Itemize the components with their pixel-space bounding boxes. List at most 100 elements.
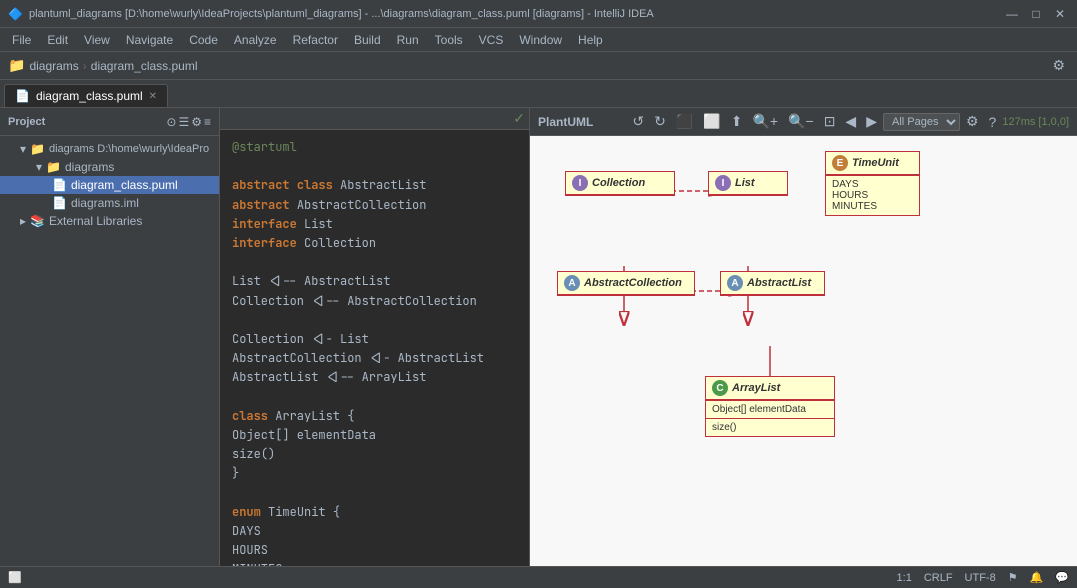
maximize-button[interactable]: □ <box>1027 5 1045 23</box>
zoom-back-button[interactable]: ◀ <box>841 111 860 132</box>
export-button[interactable]: ⬆ <box>727 111 747 132</box>
help-button[interactable]: ? <box>985 112 1001 132</box>
code-line: Collection <|-- AbstractCollection <box>232 292 477 311</box>
menu-item-refactor[interactable]: Refactor <box>285 31 346 49</box>
tree-folder-icon: 📁 <box>30 142 45 156</box>
reload-button[interactable]: ↻ <box>650 111 670 132</box>
line-separator[interactable]: CRLF <box>924 572 953 584</box>
sidebar-header: Project ⊙ ☰ ⚙ ≡ <box>0 108 219 136</box>
encoding[interactable]: UTF-8 <box>965 572 996 584</box>
zoom-fit-button[interactable]: ⊡ <box>820 111 840 132</box>
zoom-in-button[interactable]: 🔍+ <box>748 111 782 132</box>
sidebar-sync-button[interactable]: ⊙ <box>166 115 176 129</box>
tree-lib-icon: 📚 <box>30 214 45 228</box>
diagram-toolbar: ↺ ↻ ⬛ ⬜ ⬆ 🔍+ 🔍− ⊡ ◀ ▶ All Pages ⚙ <box>628 111 1069 132</box>
tree-item-diagrams-iml[interactable]: 📄 diagrams.iml <box>0 194 219 212</box>
diagram-header: PlantUML ↺ ↻ ⬛ ⬜ ⬆ 🔍+ 🔍− ⊡ ◀ ▶ All Pages <box>530 108 1077 136</box>
code-keyword: abstract <box>232 176 297 195</box>
close-button[interactable]: ✕ <box>1051 5 1069 23</box>
statusbar: ⬜ 1:1 CRLF UTF-8 ⚑ 🔔 💬 <box>0 566 1077 588</box>
tree-item-root[interactable]: ▾ 📁 diagrams D:\home\wurly\IdeaPro <box>0 140 219 158</box>
abstractlist-badge: A <box>727 275 743 291</box>
tab-close-button[interactable]: ✕ <box>149 91 157 102</box>
editor-toolbar: ✓ <box>220 108 529 130</box>
menu-item-view[interactable]: View <box>76 31 118 49</box>
tree-file-icon: 📄 <box>52 178 67 192</box>
notification-icon[interactable]: 🔔 <box>1030 571 1044 584</box>
code-line: TimeUnit { <box>268 503 340 522</box>
tree-expand-icon: ▾ <box>36 160 42 174</box>
sidebar-settings-button[interactable]: ⚙ <box>191 115 202 129</box>
menubar: FileEditViewNavigateCodeAnalyzeRefactorB… <box>0 28 1077 52</box>
menu-item-run[interactable]: Run <box>389 31 427 49</box>
page-selector[interactable]: All Pages <box>883 113 960 131</box>
menu-item-analyze[interactable]: Analyze <box>226 31 285 49</box>
tab-diagram-class[interactable]: 📄 diagram_class.puml ✕ <box>4 84 168 107</box>
zoom-forward-button[interactable]: ▶ <box>862 111 881 132</box>
sidebar-collapse-button[interactable]: ☰ <box>178 115 189 129</box>
code-keyword: interface <box>232 234 304 253</box>
list-name: List <box>735 177 755 189</box>
timeunit-body: DAYS HOURS MINUTES <box>826 175 919 215</box>
minimize-button[interactable]: — <box>1003 5 1021 23</box>
refresh-button[interactable]: ↺ <box>628 111 648 132</box>
menu-item-window[interactable]: Window <box>511 31 570 49</box>
menu-item-vcs[interactable]: VCS <box>471 31 512 49</box>
save-button[interactable]: ⬛ <box>672 111 697 132</box>
menu-item-tools[interactable]: Tools <box>427 31 471 49</box>
cursor-position[interactable]: 1:1 <box>897 572 912 584</box>
menu-item-edit[interactable]: Edit <box>39 31 76 49</box>
tab-icon: 📄 <box>15 89 30 103</box>
uml-box-arraylist: C ArrayList Object[] elementData size() <box>705 376 835 437</box>
menu-item-build[interactable]: Build <box>346 31 389 49</box>
tree-item-diagram-class[interactable]: 📄 diagram_class.puml <box>0 176 219 194</box>
menu-item-help[interactable]: Help <box>570 31 611 49</box>
menu-item-code[interactable]: Code <box>181 31 226 49</box>
arraylist-name: ArrayList <box>732 382 780 394</box>
editor-content[interactable]: @startuml abstract class AbstractList ab… <box>220 130 529 566</box>
code-line: List <|-- AbstractList <box>232 272 390 291</box>
tree-item-diagrams[interactable]: ▾ 📁 diagrams <box>0 158 219 176</box>
abstractcollection-badge: A <box>564 275 580 291</box>
arraylist-elementdata: Object[] elementData <box>712 404 828 415</box>
timeunit-name: TimeUnit <box>852 157 899 169</box>
code-line: ArrayList { <box>275 407 354 426</box>
timeunit-minutes: MINUTES <box>832 201 913 212</box>
tree-item-external-libraries[interactable]: ▸ 📚 External Libraries <box>0 212 219 230</box>
diagram-panel-title: PlantUML <box>538 115 593 129</box>
collection-name: Collection <box>592 177 645 189</box>
diagram-pane: PlantUML ↺ ↻ ⬛ ⬜ ⬆ 🔍+ 🔍− ⊡ ◀ ▶ All Pages <box>530 108 1077 566</box>
code-directive: @startuml <box>232 138 297 157</box>
tree-folder-icon: 📁 <box>46 160 61 174</box>
code-classname: AbstractCollection <box>297 196 427 215</box>
code-line: size() <box>232 445 275 464</box>
timeunit-days: DAYS <box>832 179 913 190</box>
sidebar-gear-button[interactable]: ≡ <box>204 115 211 129</box>
menu-item-file[interactable]: File <box>4 31 39 49</box>
tree-item-label: diagrams.iml <box>71 196 139 210</box>
code-line: Collection <|- List <box>232 330 369 349</box>
abstractlist-name: AbstractList <box>747 277 811 289</box>
tree-item-label: diagram_class.puml <box>71 178 178 192</box>
timeunit-hours: HOURS <box>832 190 913 201</box>
save-as-button[interactable]: ⬜ <box>699 111 724 132</box>
git-icon[interactable]: ⚑ <box>1008 571 1018 584</box>
check-icon: ✓ <box>513 110 525 127</box>
breadcrumb-diagrams[interactable]: diagrams <box>29 59 78 73</box>
arraylist-badge: C <box>712 380 728 396</box>
tree-expand-icon: ▸ <box>20 214 26 228</box>
menu-item-navigate[interactable]: Navigate <box>118 31 181 49</box>
breadcrumb-file[interactable]: diagram_class.puml <box>91 59 198 73</box>
zoom-out-button[interactable]: 🔍− <box>784 111 818 132</box>
code-line: AbstractCollection <|- AbstractList <box>232 349 484 368</box>
code-keyword: class <box>297 176 340 195</box>
navbar: 📁 diagrams › diagram_class.puml ⚙ <box>0 52 1077 80</box>
chat-icon[interactable]: 💬 <box>1055 571 1069 584</box>
timeunit-badge: E <box>832 155 848 171</box>
diagram-settings-button[interactable]: ⚙ <box>962 111 983 132</box>
arraylist-size: size() <box>706 418 834 436</box>
nav-settings-button[interactable]: ⚙ <box>1048 55 1069 76</box>
terminal-icon[interactable]: ⬜ <box>8 571 22 584</box>
code-keyword: enum <box>232 503 268 522</box>
code-line: HOURS <box>232 541 268 560</box>
